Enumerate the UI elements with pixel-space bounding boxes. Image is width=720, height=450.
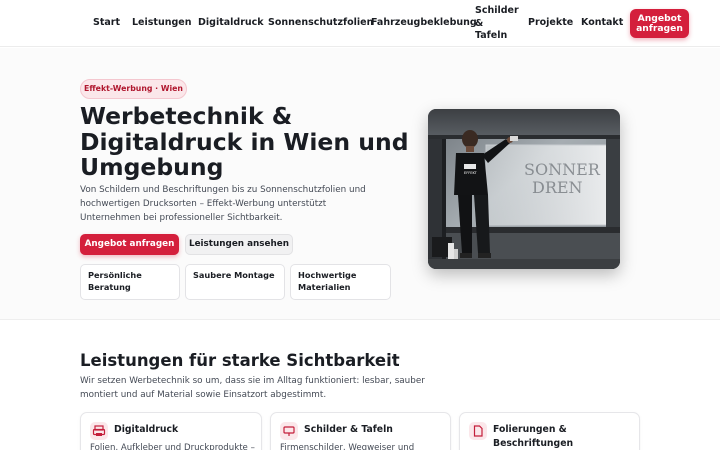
nav-link-projekte[interactable]: Projekte bbox=[528, 17, 573, 30]
nav-cta-line: anfragen bbox=[636, 22, 683, 34]
service-card-schilder[interactable]: Schilder & Tafeln Firmenschilder, Wegwei… bbox=[270, 412, 451, 450]
services-title: Leistungen für starke Sichtbarkeit bbox=[80, 351, 400, 370]
services-subtitle: Wir setzen Werbetechnik so um, dass sie … bbox=[80, 376, 425, 400]
nav-link-sonnenschutzfolien[interactable]: Sonnenschutzfolien bbox=[268, 17, 373, 30]
nav-link-digitaldruck[interactable]: Digitaldruck bbox=[198, 17, 264, 30]
nav-link-line: Schilder bbox=[475, 5, 519, 16]
feature-card: Saubere Montage bbox=[185, 264, 285, 300]
hero-badge: Effekt-Werbung · Wien bbox=[80, 79, 187, 99]
service-card-description: Firmenschilder, Wegweiser und bbox=[280, 443, 415, 450]
quote-button[interactable]: Angebot anfragen bbox=[80, 234, 179, 255]
nav-link-line: Tafeln bbox=[475, 30, 508, 41]
nav-link-fahrzeugbeklebung[interactable]: Fahrzeugbeklebung bbox=[371, 17, 477, 30]
window-installation-photo: SONNER DREN EFFEKT bbox=[428, 109, 620, 269]
service-card-title: Schilder & Tafeln bbox=[304, 424, 393, 435]
feature-card: Hochwertige Materialien bbox=[290, 264, 391, 300]
services-button[interactable]: Leistungen ansehen bbox=[185, 234, 293, 255]
feature-card: Persönliche Beratung bbox=[80, 264, 180, 300]
hero-title: Werbetechnik & Digitaldruck in Wien und … bbox=[80, 102, 409, 181]
window-lettering: SONNER bbox=[524, 160, 601, 179]
service-card-digitaldruck[interactable]: Digitaldruck Folien, Aufkleber und Druck… bbox=[80, 412, 262, 450]
printer-icon bbox=[90, 422, 108, 440]
service-card-folierungen[interactable]: Folierungen & Beschriftungen bbox=[459, 412, 640, 450]
nav-link-schilder-tafeln[interactable]: Schilder & Tafeln bbox=[475, 5, 519, 43]
window-lettering: DREN bbox=[532, 178, 583, 197]
nav-link-kontakt[interactable]: Kontakt bbox=[581, 17, 623, 30]
service-card-title: Folierungen & Beschriftungen bbox=[493, 424, 574, 449]
document-icon bbox=[469, 422, 487, 440]
nav-quote-button[interactable]: Angebot anfragen bbox=[630, 9, 689, 38]
service-card-description: Folien, Aufkleber und Druckprodukte – bbox=[90, 443, 255, 450]
hero-lead: Von Schildern und Beschriftungen bis zu … bbox=[80, 185, 366, 223]
nav-link-leistungen[interactable]: Leistungen bbox=[132, 17, 191, 30]
shirt-logo: EFFEKT bbox=[464, 171, 477, 175]
nav-link-start[interactable]: Start bbox=[93, 17, 120, 30]
sign-icon bbox=[280, 422, 298, 440]
nav-link-line: & bbox=[475, 17, 484, 29]
service-card-title: Digitaldruck bbox=[114, 424, 179, 435]
hero-photo: SONNER DREN EFFEKT bbox=[428, 109, 620, 269]
top-navigation: Start Leistungen Digitaldruck Sonnenschu… bbox=[0, 0, 720, 47]
